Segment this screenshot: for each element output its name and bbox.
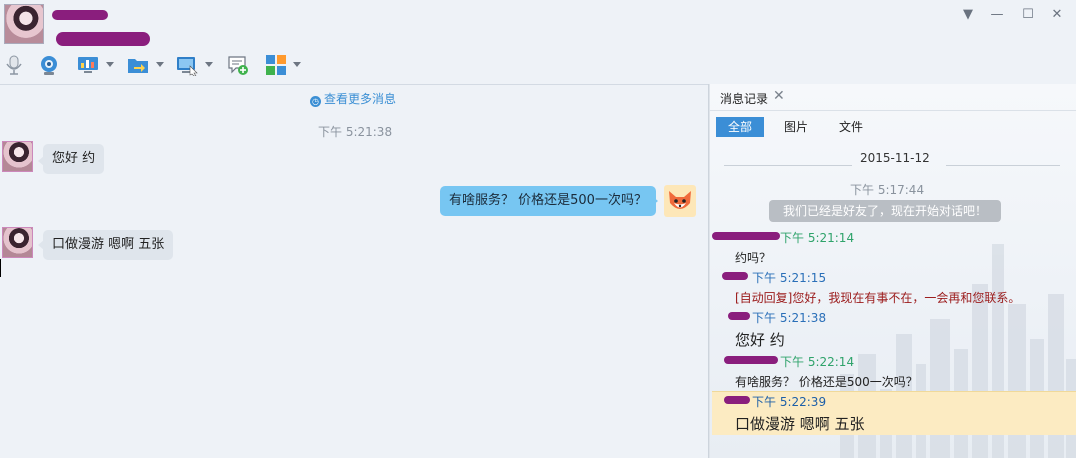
system-message: 我们已经是好友了，现在开始对话吧！ bbox=[769, 200, 1001, 222]
filter-files-button[interactable]: 文件 bbox=[839, 117, 863, 137]
redacted-sender-name bbox=[724, 396, 750, 404]
window-menu-button[interactable]: ▼ bbox=[957, 6, 979, 24]
contact-avatar-small[interactable] bbox=[2, 141, 33, 172]
history-entry-time: 下午 5:22:14 bbox=[780, 355, 855, 369]
clock-icon: ◷ bbox=[310, 96, 321, 107]
history-entry-text: 有啥服务？ 价格还是500一次吗？ bbox=[735, 375, 918, 389]
system-message-time: 下午 5:17:44 bbox=[850, 183, 925, 197]
chat-header: ▼ — ☐ ✕ bbox=[0, 0, 1076, 85]
incoming-message-bubble: 口做漫游 嗯啊 五张 bbox=[43, 230, 174, 260]
view-more-messages-link[interactable]: ◷ 查看更多消息 bbox=[310, 90, 396, 107]
microphone-icon[interactable] bbox=[3, 54, 25, 76]
close-window-button[interactable]: ✕ bbox=[1046, 6, 1068, 24]
remote-desktop-icon[interactable] bbox=[176, 54, 198, 76]
remote-desktop-dropdown-icon[interactable] bbox=[205, 62, 213, 67]
close-history-tab-icon[interactable]: ✕ bbox=[773, 88, 785, 104]
history-entry-text: 口做漫游 嗯啊 五张 bbox=[735, 415, 865, 433]
incoming-message-bubble: 您好 约 bbox=[43, 144, 105, 174]
text-input-caret[interactable] bbox=[0, 259, 1, 277]
history-entry-time: 下午 5:21:38 bbox=[752, 311, 827, 325]
history-entry-time: 下午 5:21:15 bbox=[752, 271, 827, 285]
chat-message-area: ◷ 查看更多消息 下午 5:21:38 您好 约 有啥服务？ 价格还是500一次吗… bbox=[0, 85, 708, 458]
apps-grid-icon[interactable] bbox=[265, 54, 287, 76]
history-tab-label[interactable]: 消息记录 bbox=[720, 90, 768, 107]
filter-all-button[interactable]: 全部 bbox=[716, 117, 764, 137]
screen-share-dropdown-icon[interactable] bbox=[106, 62, 114, 67]
redacted-sender-name bbox=[724, 356, 778, 364]
contact-avatar[interactable] bbox=[4, 4, 44, 44]
history-date: 2015-11-12 bbox=[860, 151, 930, 165]
bubble-tail bbox=[652, 196, 658, 206]
webcam-icon[interactable] bbox=[38, 54, 60, 76]
chat-toolbar bbox=[0, 52, 320, 80]
history-tab-bar: 消息记录 ✕ bbox=[710, 84, 1076, 111]
redacted-sender-name bbox=[722, 272, 748, 280]
redacted-sender-name bbox=[712, 232, 780, 240]
file-transfer-dropdown-icon[interactable] bbox=[156, 62, 164, 67]
maximize-button[interactable]: ☐ bbox=[1017, 6, 1039, 24]
redacted-sender-name bbox=[728, 312, 750, 320]
fox-avatar[interactable] bbox=[664, 185, 696, 217]
history-entry-text: 您好 约 bbox=[735, 331, 785, 349]
contact-avatar-small[interactable] bbox=[2, 227, 33, 258]
apps-dropdown-icon[interactable] bbox=[293, 62, 301, 67]
history-entry-text: 约吗？ bbox=[735, 251, 772, 265]
history-entry-time: 下午 5:22:39 bbox=[752, 395, 827, 409]
redacted-contact-name bbox=[52, 10, 108, 20]
chat-add-icon[interactable] bbox=[227, 54, 249, 76]
chat-timestamp: 下午 5:21:38 bbox=[318, 125, 393, 139]
file-transfer-icon[interactable] bbox=[127, 54, 149, 76]
outgoing-message-bubble: 有啥服务？ 价格还是500一次吗？ bbox=[440, 186, 656, 216]
filter-images-button[interactable]: 图片 bbox=[784, 117, 808, 137]
minimize-button[interactable]: — bbox=[986, 6, 1008, 24]
history-entry-time: 下午 5:21:14 bbox=[780, 231, 855, 245]
redacted-contact-signature bbox=[56, 32, 150, 46]
screen-share-icon[interactable] bbox=[77, 54, 99, 76]
auto-reply-text: [自动回复]您好，我现在有事不在，一会再和您联系。 bbox=[735, 291, 1021, 305]
message-history-panel: 消息记录 ✕ 全部 图片 文件 2015-11-12 下午 5:17:44 我们… bbox=[710, 84, 1076, 458]
